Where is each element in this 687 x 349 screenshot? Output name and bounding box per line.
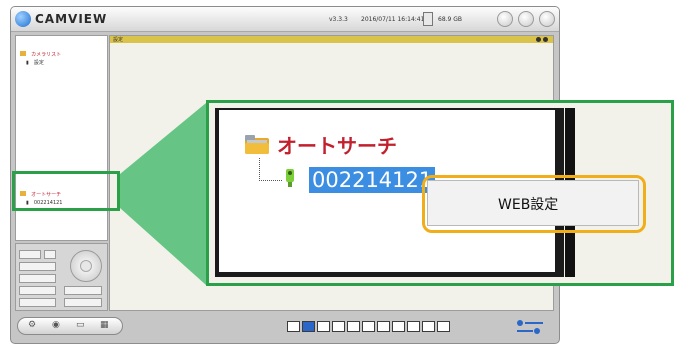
zoom-callout: オートサーチ 002214121 WEB設定 <box>206 100 674 286</box>
tree-connector-line <box>259 158 282 181</box>
menu-highlight-box <box>422 175 646 233</box>
small-highlight-box <box>12 171 120 211</box>
folder-icon <box>245 135 269 154</box>
autosearch-folder-label[interactable]: オートサーチ <box>277 130 397 159</box>
camera-device-icon <box>286 169 294 187</box>
device-id-selected[interactable]: 002214121 <box>309 167 436 193</box>
